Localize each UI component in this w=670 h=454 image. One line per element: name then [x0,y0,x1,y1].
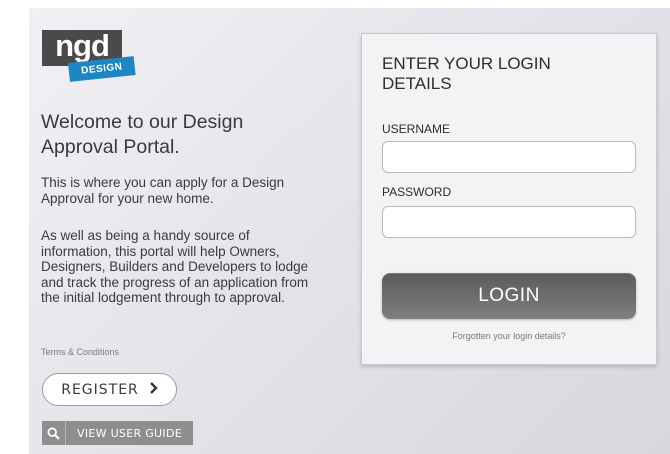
intro-paragraph-1: This is where you can apply for a Design… [41,175,285,206]
view-user-guide-button[interactable]: VIEW USER GUIDE [42,421,193,445]
register-button-label: REGISTER [61,381,139,398]
ngd-design-logo[interactable]: ngd DESIGN [42,30,137,86]
username-label: USERNAME [382,122,451,136]
register-button[interactable]: REGISTER [42,373,177,406]
login-panel-title: ENTER YOUR LOGIN DETAILS [382,54,551,93]
chevron-right-icon [149,381,158,398]
intro-paragraph-2: As well as being a handy source of infor… [41,228,309,305]
welcome-heading: Welcome to our Design Approval Portal. [41,111,244,158]
password-input[interactable] [382,206,636,238]
username-input[interactable] [382,141,636,173]
login-panel: ENTER YOUR LOGIN DETAILS USERNAME PASSWO… [361,33,657,365]
view-user-guide-label: VIEW USER GUIDE [77,426,182,440]
terms-conditions-link[interactable]: Terms & Conditions [41,347,119,357]
search-icon [42,421,66,445]
forgot-login-link[interactable]: Forgotten your login details? [362,331,656,341]
password-label: PASSWORD [382,185,452,199]
login-button[interactable]: LOGIN [382,273,636,319]
